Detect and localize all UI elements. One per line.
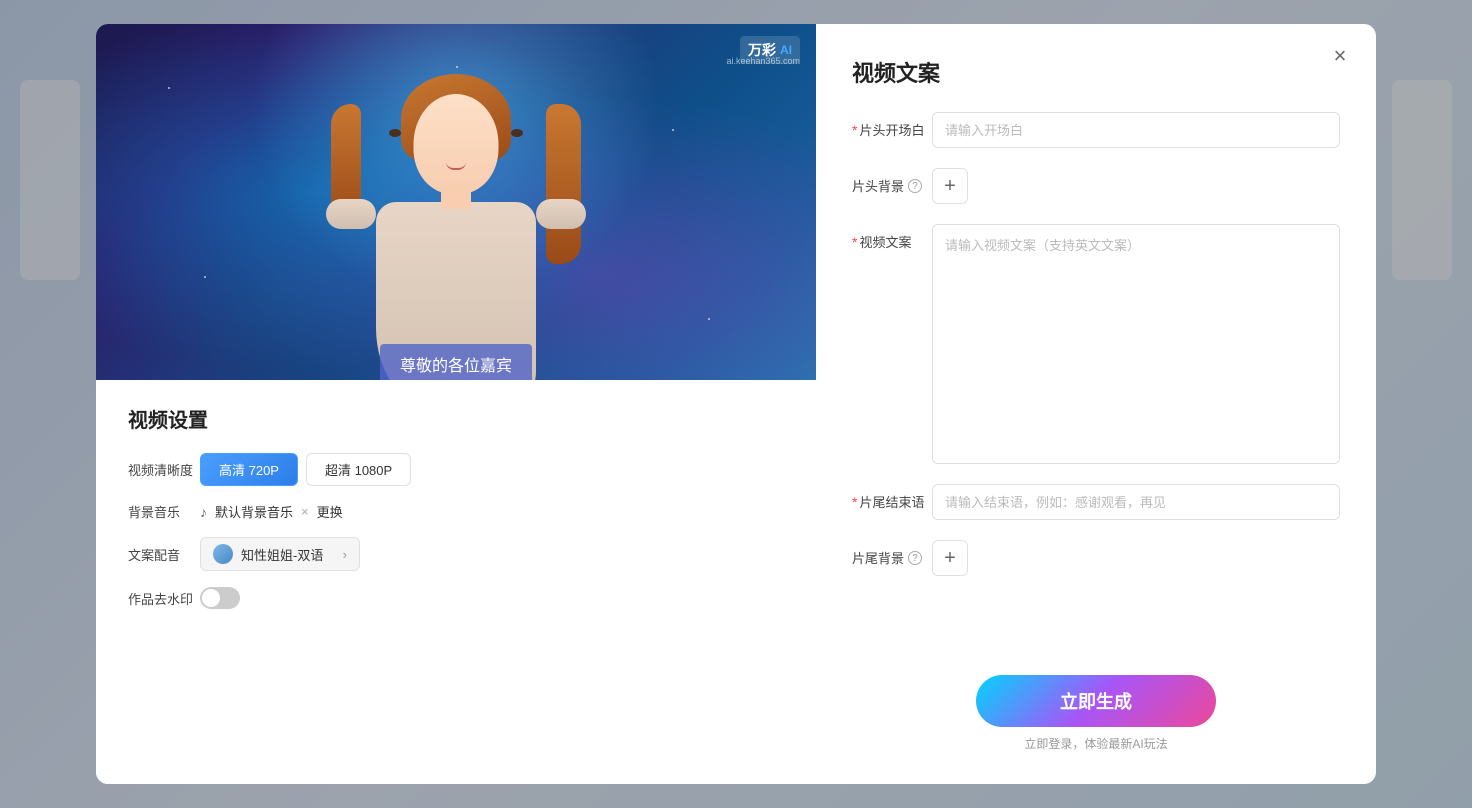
tail-bg-label: 片尾背景 ? — [852, 540, 932, 567]
voice-row: 文案配音 知性姐姐-双语 › — [128, 537, 784, 571]
video-subtitle: 尊敬的各位嘉宾 — [380, 344, 532, 380]
watermark-row: 作品去水印 — [128, 587, 784, 609]
ending-label: * 片尾结束语 — [852, 484, 932, 511]
music-row: 背景音乐 ♪ 默认背景音乐 × 更换 — [128, 502, 784, 521]
content-required-mark: * — [852, 234, 857, 250]
ending-label-text: 片尾结束语 — [859, 492, 924, 511]
opening-label: * 片头开场白 — [852, 112, 932, 139]
tail-bg-add-button[interactable]: + — [932, 540, 968, 576]
ending-input[interactable] — [932, 484, 1340, 520]
ending-required-mark: * — [852, 494, 857, 510]
watermark-label: 作品去水印 — [128, 589, 200, 608]
music-name: 默认背景音乐 — [215, 502, 293, 521]
ending-row: * 片尾结束语 — [852, 484, 1340, 520]
left-panel: 万彩 AI ai.keehan365.com — [96, 24, 816, 784]
video-preview-area: 万彩 AI ai.keehan365.com — [96, 24, 816, 380]
opening-label-text: 片头开场白 — [859, 120, 924, 139]
music-close-icon[interactable]: × — [301, 504, 309, 519]
voice-avatar — [213, 544, 233, 564]
header-bg-help-icon[interactable]: ? — [908, 179, 922, 193]
music-change-button[interactable]: 更换 — [317, 502, 343, 521]
right-panel-title: 视频文案 — [852, 56, 1340, 88]
modal-overlay: × — [0, 0, 1472, 808]
quality-720p-button[interactable]: 高清 720P — [200, 453, 298, 486]
video-thumbnail: 万彩 AI ai.keehan365.com — [96, 24, 816, 380]
content-label-text: 视频文案 — [859, 232, 911, 251]
voice-selector[interactable]: 知性姐姐-双语 › — [200, 537, 360, 571]
music-info: ♪ 默认背景音乐 × 更换 — [200, 502, 343, 521]
right-panel: 视频文案 * 片头开场白 片头背景 ? + * — [816, 24, 1376, 784]
quality-label: 视频清晰度 — [128, 460, 200, 479]
tail-bg-label-text: 片尾背景 — [852, 548, 904, 567]
voice-label: 文案配音 — [128, 545, 200, 564]
brand-url: ai.keehan365.com — [726, 56, 800, 66]
generate-section: 立即生成 立即登录，体验最新AI玩法 — [852, 651, 1340, 752]
generate-button[interactable]: 立即生成 — [976, 675, 1216, 727]
tail-bg-help-icon[interactable]: ? — [908, 551, 922, 565]
opening-row: * 片头开场白 — [852, 112, 1340, 148]
voice-name: 知性姐姐-双语 — [241, 545, 323, 564]
opening-required-mark: * — [852, 122, 857, 138]
ai-character — [316, 64, 596, 380]
quality-row: 视频清晰度 高清 720P 超清 1080P — [128, 453, 784, 486]
brand-ai-text: AI — [780, 43, 792, 57]
header-bg-label: 片头背景 ? — [852, 168, 932, 195]
tail-bg-row: 片尾背景 ? + — [852, 540, 1340, 576]
content-label: * 视频文案 — [852, 224, 932, 251]
header-bg-add-button[interactable]: + — [932, 168, 968, 204]
header-bg-label-text: 片头背景 — [852, 176, 904, 195]
close-button[interactable]: × — [1324, 40, 1356, 72]
watermark-toggle[interactable] — [200, 587, 240, 609]
quality-1080p-button[interactable]: 超清 1080P — [306, 453, 411, 486]
generate-hint: 立即登录，体验最新AI玩法 — [852, 735, 1340, 752]
content-textarea[interactable] — [932, 224, 1340, 464]
music-label: 背景音乐 — [128, 502, 200, 521]
chevron-right-icon: › — [343, 547, 347, 562]
settings-section: 视频设置 视频清晰度 高清 720P 超清 1080P 背景音乐 ♪ 默认背景音… — [96, 380, 816, 784]
modal-dialog: × — [96, 24, 1376, 784]
content-row: * 视频文案 — [852, 224, 1340, 464]
opening-input[interactable] — [932, 112, 1340, 148]
settings-title: 视频设置 — [128, 404, 784, 433]
header-bg-row: 片头背景 ? + — [852, 168, 1340, 204]
music-icon: ♪ — [200, 504, 207, 520]
